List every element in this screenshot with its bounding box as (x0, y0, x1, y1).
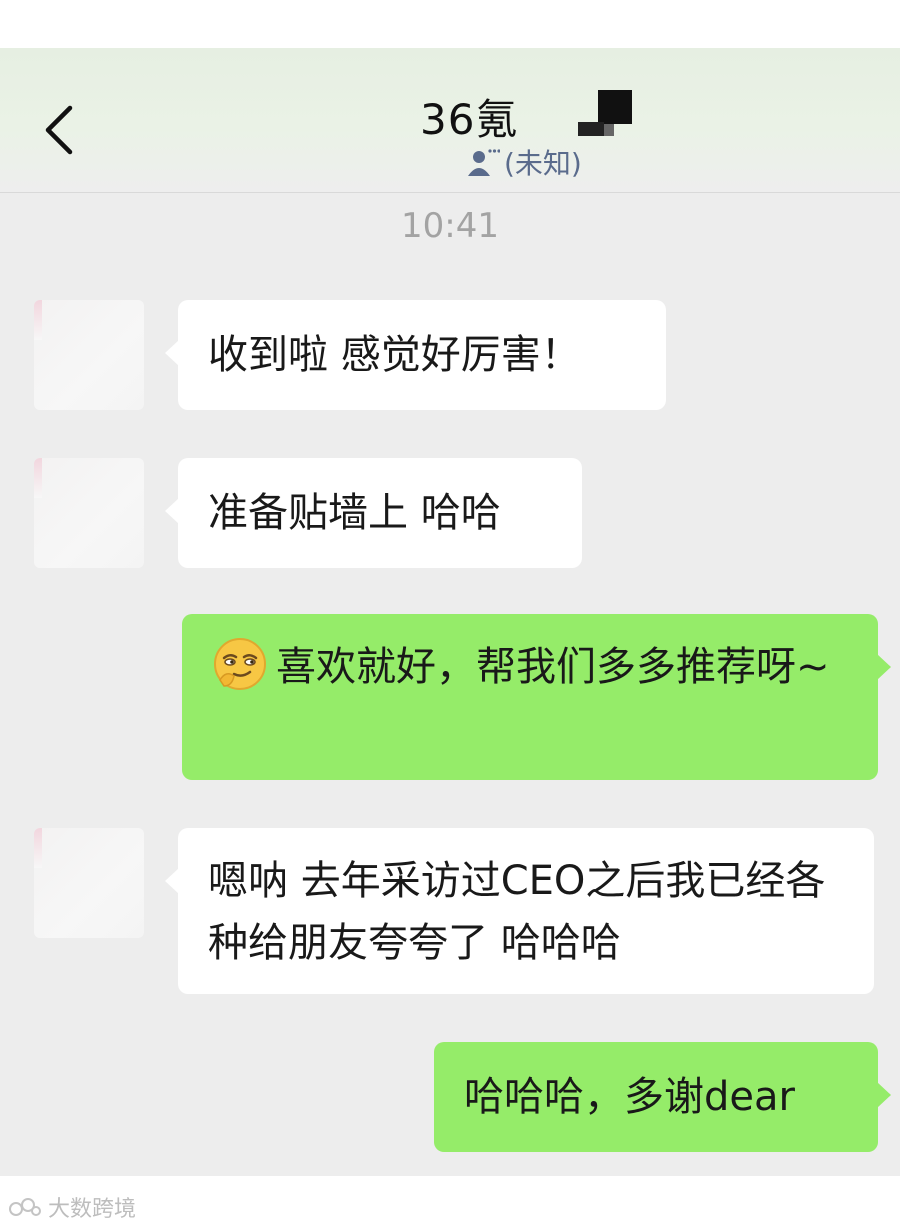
redacted-mark (578, 90, 632, 136)
contact-avatar[interactable] (34, 458, 144, 568)
contact-avatar[interactable] (34, 300, 144, 410)
message-text: 准备贴墙上 哈哈 (208, 490, 501, 536)
message-text: 收到啦 感觉好厉害！ (208, 332, 581, 378)
watermark: 大数跨境 (8, 1192, 136, 1222)
message-text: 嗯呐 去年采访过CEO之后我已经各种给朋友夸夸了 哈哈哈 (208, 858, 826, 966)
watermark-text: 大数跨境 (48, 1197, 137, 1222)
message-bubble-outgoing[interactable]: 喜欢就好，帮我们多多推荐呀~ (182, 614, 891, 780)
message-text: 喜欢就好，帮我们多多推荐呀~ (276, 644, 830, 690)
message-bubble-incoming[interactable]: 准备贴墙上 哈哈 (165, 458, 582, 568)
message-timestamp: 10:41 (401, 206, 499, 246)
message-text: 哈哈哈，多谢dear (464, 1074, 795, 1120)
contact-avatar[interactable] (34, 828, 144, 938)
title-row: 36氪 (0, 86, 900, 144)
message-bubble-outgoing[interactable]: 哈哈哈，多谢dear (434, 1042, 891, 1152)
person-icon (468, 149, 500, 176)
watermark-logo-icon (9, 1198, 41, 1216)
message-bubble-incoming[interactable]: 嗯呐 去年采访过CEO之后我已经各种给朋友夸夸了 哈哈哈 (165, 828, 874, 994)
chat-screen: 36氪 (未知) 10:41 收到啦 感觉好厉害！ 准备贴墙上 哈哈 喜欢就好，… (0, 48, 900, 1176)
message-bubble-incoming[interactable]: 收到啦 感觉好厉害！ (165, 300, 666, 410)
chat-title: 36氪 (420, 95, 519, 144)
contact-status-text: (未知) (504, 147, 582, 180)
smirk-emoji-icon (214, 638, 266, 690)
chat-header: 36氪 (未知) (0, 48, 900, 193)
contact-status: (未知) (466, 144, 582, 180)
